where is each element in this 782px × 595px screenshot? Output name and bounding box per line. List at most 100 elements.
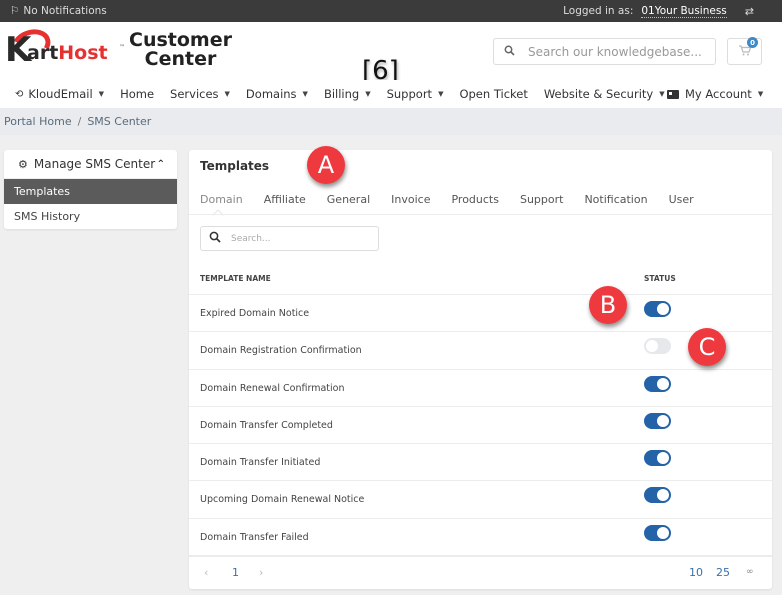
id-card-icon [667,89,679,99]
page-size-all[interactable]: ∞ [746,567,754,577]
karthost-logo-mark: K artHost ™ [5,24,125,72]
nav-kloudemail[interactable]: ⟲ KloudEmail ▼ [15,87,104,101]
status-toggle[interactable] [644,487,671,504]
status-toggle[interactable] [644,412,671,429]
template-name: Domain Transfer Initiated [200,457,321,469]
tab-support[interactable]: Support [520,193,563,206]
breadcrumb-separator: / [77,115,82,128]
callout-c: C [688,328,726,366]
toggle-knob [657,526,669,539]
status-toggle[interactable] [644,450,671,467]
template-search-input[interactable] [231,233,371,244]
template-name: Domain Transfer Failed [200,531,309,543]
toggle-knob [646,340,658,353]
table-row: Upcoming Domain Renewal Notice [189,481,772,519]
caret-down-icon: ▼ [365,90,371,98]
panel-title: Templates [200,159,270,173]
table-row: Domain Renewal Confirmation [189,370,772,407]
nav-support-label: Support [386,87,433,101]
swap-account-icon[interactable]: ⇄ [745,5,754,18]
nav-home-label: Home [120,87,155,101]
sidebar-item-templates[interactable]: Templates [4,179,177,204]
main-nav: ⟲ KloudEmail ▼ Home Services ▼ Domains ▼… [0,80,782,108]
header: K artHost ™ Customer Center [6] 0 [0,22,782,86]
chevron-up-icon[interactable]: ⌃ [157,159,165,170]
toggle-knob [657,414,669,427]
toggle-knob [657,377,669,390]
toggle-knob [657,489,669,502]
search-icon [504,45,516,59]
callout-b: B [589,286,627,324]
tab-general[interactable]: General [327,193,370,206]
nav-home[interactable]: Home [120,87,154,101]
status-toggle[interactable] [644,375,671,392]
knowledgebase-search-input[interactable] [528,44,703,59]
table-row: Domain Transfer Failed [189,519,772,557]
nav-my-account-label: My Account [685,87,752,101]
logo-tm: ™ [119,44,125,51]
cart-count-badge: 0 [747,37,758,48]
page-size-10[interactable]: 10 [689,566,703,579]
sidebar-item-label: Templates [14,185,70,198]
status-toggle[interactable] [644,524,671,541]
nav-domains[interactable]: Domains ▼ [246,87,308,101]
caret-down-icon: ▼ [224,90,230,98]
caret-down-icon: ▼ [438,90,444,98]
tab-products[interactable]: Products [451,193,499,206]
nav-website-security[interactable]: Website & Security ▼ [544,87,665,101]
logo-wordmark: artHost [27,42,108,64]
breadcrumb: Portal Home / SMS Center [0,108,782,135]
tab-notification[interactable]: Notification [584,193,647,206]
breadcrumb-current: SMS Center [87,115,152,128]
templates-panel: Templates Domain Affiliate General Invoi… [189,150,772,589]
nav-website-security-label: Website & Security [543,87,654,101]
toggle-knob [657,452,669,465]
logged-in-label: Logged in as: [563,5,634,17]
notifications-label: No Notifications [23,5,107,17]
column-template-name[interactable]: TEMPLATE NAME [200,274,271,283]
nav-open-ticket[interactable]: Open Ticket [459,87,527,101]
nav-services[interactable]: Services ▼ [170,87,230,101]
status-toggle[interactable] [644,338,671,355]
nav-my-account[interactable]: My Account ▼ [667,80,763,108]
flag-icon: ⚐ [10,5,20,17]
logo-art: art [27,42,59,64]
top-bar: ⚐ No Notifications Logged in as: 01Your … [0,0,782,22]
sidebar-title: Manage SMS Center [33,157,156,171]
next-page-button[interactable]: › [259,566,263,579]
logo[interactable]: K artHost ™ Customer Center [5,24,232,72]
sidebar-item-label: SMS History [14,210,81,223]
tab-user[interactable]: User [669,193,694,206]
template-name: Expired Domain Notice [200,308,310,319]
nav-services-label: Services [170,87,219,101]
gear-icon: ⚙ [18,157,28,171]
notifications-link[interactable]: ⚐ No Notifications [10,5,107,17]
knowledgebase-search[interactable] [493,38,716,65]
breadcrumb-portal-home[interactable]: Portal Home [4,115,72,128]
template-name: Domain Registration Confirmation [200,345,362,357]
nav-billing-label: Billing [323,87,360,101]
prev-page-button[interactable]: ‹ [204,566,208,579]
sidebar-header[interactable]: ⚙ Manage SMS Center ⌃ [4,150,177,179]
logo-title-line2: Center [144,48,217,70]
status-toggle[interactable] [644,301,671,317]
tab-domain[interactable]: Domain [200,193,243,206]
nav-billing[interactable]: Billing ▼ [324,87,371,101]
page-size-25[interactable]: 25 [716,566,730,579]
page-number[interactable]: 1 [232,566,239,579]
tab-invoice[interactable]: Invoice [391,193,430,206]
logo-host: Host [58,42,108,64]
business-name-link[interactable]: 01Your Business [641,5,727,18]
table-row: Expired Domain Notice [189,295,772,333]
sidebar-item-sms-history[interactable]: SMS History [4,204,177,229]
nav-support[interactable]: Support ▼ [387,87,444,101]
caret-down-icon: ▼ [659,90,665,98]
pagination: ‹ 1 › 10 25 ∞ [189,556,772,589]
template-search[interactable] [200,226,379,251]
cart-button[interactable]: 0 [727,37,762,65]
tab-affiliate[interactable]: Affiliate [264,193,306,206]
nav-domains-label: Domains [245,87,297,101]
column-status[interactable]: STATUS [644,274,676,283]
caret-down-icon: ▼ [98,90,105,98]
toggle-knob [657,303,669,315]
